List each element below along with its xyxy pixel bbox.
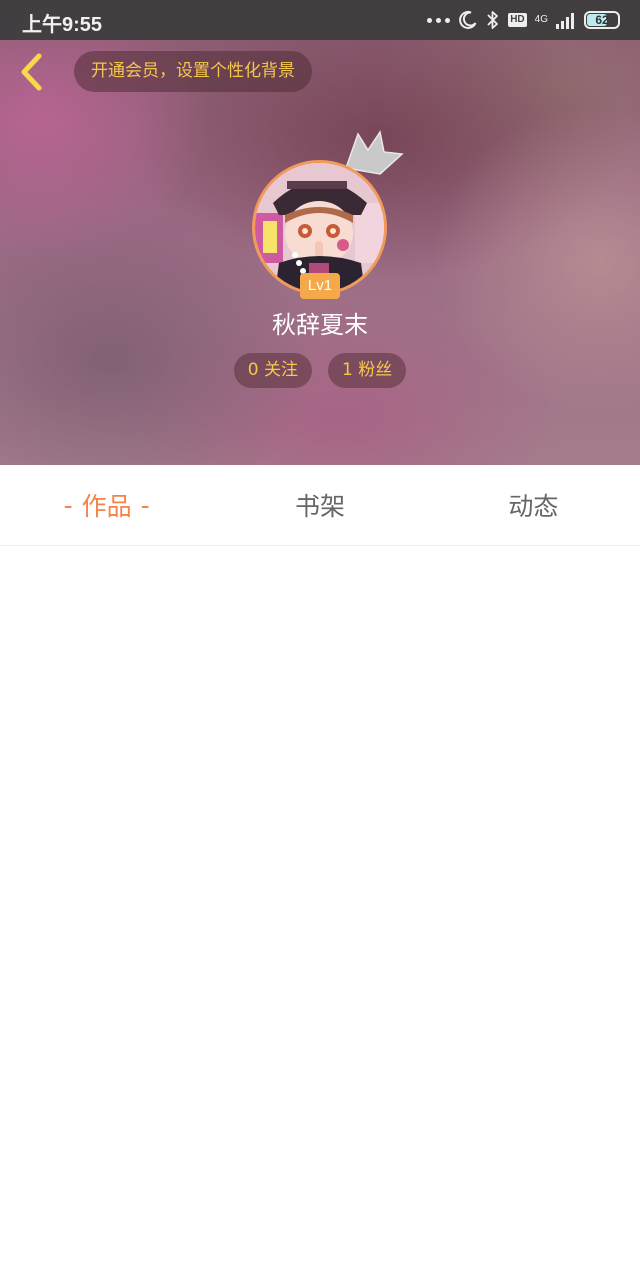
status-bar: 上午9:55 HD 4G 62: [0, 0, 640, 40]
username: 秋辞夏末: [272, 311, 368, 339]
profile-screen: 上午9:55 HD 4G 62 开通会员，设置个性化背景 Lv1 秋辞夏末 0 …: [0, 0, 640, 1280]
profile-tabs: - 作品 - 书架 动态: [0, 465, 640, 546]
active-indicator-right: -: [140, 490, 150, 520]
tab-content-area: [0, 547, 640, 1280]
tab-works[interactable]: - 作品 -: [0, 465, 213, 545]
hd-icon: HD: [508, 13, 527, 27]
back-button[interactable]: [12, 50, 52, 94]
network-type: 4G: [534, 14, 548, 25]
moon-icon: [459, 10, 477, 29]
chevron-left-icon: [21, 53, 42, 91]
status-time: 上午9:55: [22, 14, 103, 36]
bluetooth-icon: [487, 11, 499, 29]
battery-percent: 62: [595, 13, 609, 27]
signal-icon: [556, 13, 574, 29]
vip-background-banner[interactable]: 开通会员，设置个性化背景: [74, 51, 312, 92]
tab-activity-label: 动态: [508, 492, 559, 521]
follow-stats: 0 关注 1 粉丝: [0, 353, 640, 388]
level-badge: Lv1: [300, 273, 340, 299]
tab-bookshelf-label: 书架: [294, 492, 345, 521]
more-dots-icon: [427, 17, 451, 23]
status-icons: HD 4G 62: [427, 9, 620, 31]
battery-icon: 62: [584, 11, 620, 29]
tab-works-label: 作品: [81, 492, 132, 521]
tab-bookshelf[interactable]: 书架: [213, 465, 426, 545]
active-indicator-left: -: [63, 490, 73, 520]
following-button[interactable]: 0 关注: [233, 353, 312, 388]
followers-button[interactable]: 1 粉丝: [328, 353, 407, 388]
tab-activity[interactable]: 动态: [427, 465, 640, 545]
